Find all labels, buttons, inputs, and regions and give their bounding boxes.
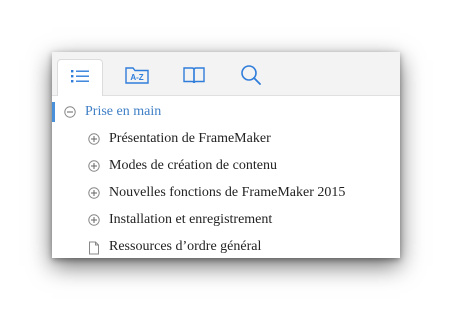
tab-contents[interactable]	[57, 59, 103, 96]
tree-item-label: Nouvelles fonctions de FrameMaker 2015	[109, 185, 346, 200]
expand-icon[interactable]	[88, 133, 100, 145]
selection-indicator	[52, 102, 55, 122]
tree-item[interactable]: Présentation de FrameMaker	[88, 126, 271, 152]
tree-item[interactable]: Installation et enregistrement	[88, 207, 272, 233]
tab-glossary[interactable]	[171, 59, 217, 95]
tree-item-label: Prise en main	[85, 104, 162, 119]
book-icon	[182, 65, 206, 90]
tree-item-label: Ressources d’ordre général	[109, 239, 262, 254]
help-navigation-panel: A-Z Prise en main Présentation de FrameM…	[52, 52, 400, 258]
tree-item-label: Présentation de FrameMaker	[109, 131, 271, 146]
list-icon	[70, 68, 90, 89]
a-z-icon: A-Z	[124, 65, 150, 90]
nav-toolbar: A-Z	[52, 52, 400, 96]
tab-index[interactable]: A-Z	[114, 59, 160, 95]
page-icon	[88, 241, 100, 255]
collapse-icon[interactable]	[64, 106, 76, 118]
tree-item-label: Modes de création de contenu	[109, 158, 277, 173]
tree-item-label: Installation et enregistrement	[109, 212, 273, 227]
tree-item[interactable]: Ressources d’ordre général	[88, 234, 261, 260]
tab-search[interactable]	[228, 59, 274, 95]
expand-icon[interactable]	[88, 187, 100, 199]
search-icon	[239, 63, 263, 92]
tree-item[interactable]: Modes de création de contenu	[88, 153, 277, 179]
tree-item[interactable]: Nouvelles fonctions de FrameMaker 2015	[88, 180, 345, 206]
expand-icon[interactable]	[88, 160, 100, 172]
expand-icon[interactable]	[88, 214, 100, 226]
tree-item-root[interactable]: Prise en main	[64, 99, 161, 125]
a-z-label: A-Z	[130, 73, 143, 82]
